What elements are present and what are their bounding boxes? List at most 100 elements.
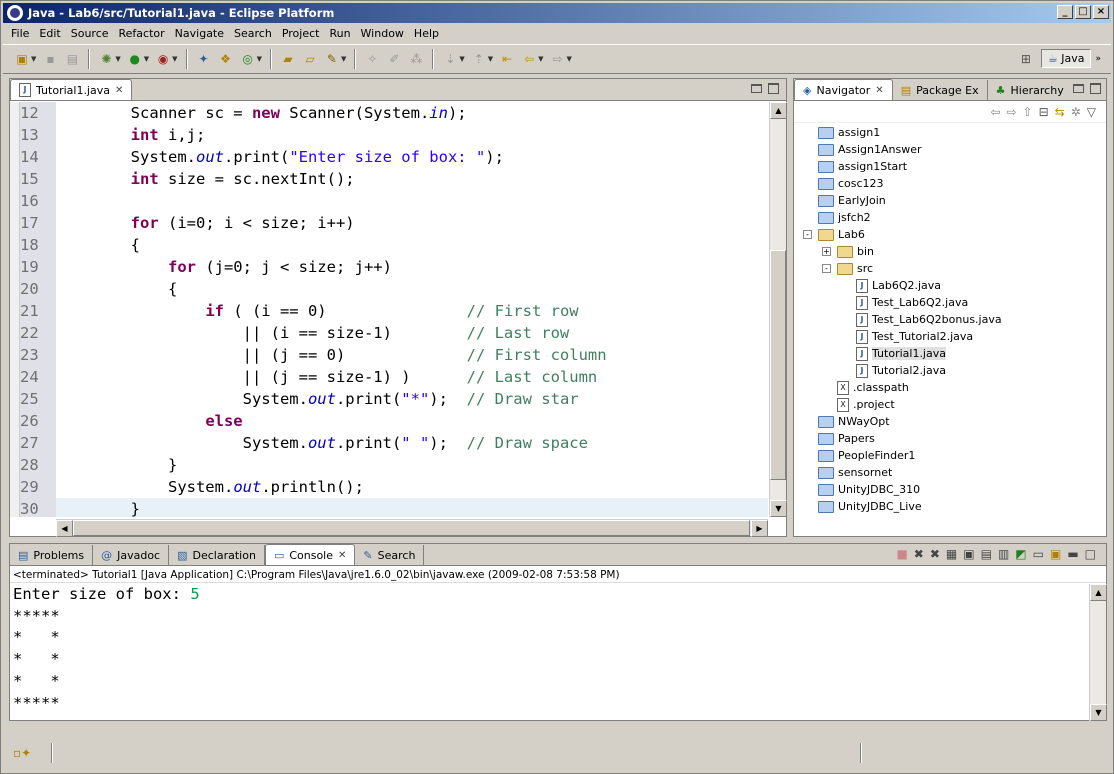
print-icon[interactable]: ▤	[63, 50, 81, 68]
code-line[interactable]: 14 System.out.print("Enter size of box: …	[20, 146, 768, 168]
tree-item[interactable]: X .project	[837, 396, 895, 413]
tab-tutorial1[interactable]: J Tutorial1.java ✕	[10, 79, 133, 100]
open-console-icon[interactable]: ▭	[1033, 547, 1044, 561]
editor-vertical-scrollbar[interactable]: ▲ ▼	[769, 102, 787, 517]
prev-annotation-dropdown-icon[interactable]: ▼	[488, 55, 493, 63]
pin-console-icon[interactable]: ▥	[998, 547, 1009, 561]
run-dropdown-icon[interactable]: ▼	[144, 55, 149, 63]
search-dropdown-icon[interactable]: ▼	[341, 55, 346, 63]
menu-navigate[interactable]: Navigate	[170, 27, 229, 40]
code-area[interactable]: 12 Scanner sc = new Scanner(System.in); 1…	[10, 102, 768, 517]
tab-problems[interactable]: ▤ Problems	[10, 545, 94, 565]
tree-item[interactable]: sensornet	[818, 464, 892, 481]
occurrences-icon[interactable]: ⁂	[407, 50, 425, 68]
save-icon[interactable]: ▪	[41, 50, 59, 68]
menu-source[interactable]: Source	[66, 27, 114, 40]
filter-icon[interactable]: ✲	[1071, 105, 1081, 119]
code-line[interactable]: 27 System.out.print(" "); // Draw space	[20, 432, 768, 454]
tree-item[interactable]: J Tutorial1.java	[856, 345, 946, 362]
prev-annotation-icon[interactable]: ⇡	[470, 50, 488, 68]
console-minimize-icon[interactable]: ▬	[1067, 547, 1078, 561]
code-line[interactable]: 12 Scanner sc = new Scanner(System.in);	[20, 102, 768, 124]
close-button[interactable]: ×	[1093, 5, 1109, 19]
menu-file[interactable]: File	[6, 27, 34, 40]
minimize-view-icon[interactable]	[1073, 84, 1084, 93]
new-package-icon[interactable]: ❖	[217, 50, 235, 68]
debug-icon[interactable]: ✺	[97, 50, 115, 68]
tree-item[interactable]: UnityJDBC_Live	[818, 498, 922, 515]
external-tools-dropdown-icon[interactable]: ▼	[172, 55, 177, 63]
menu-help[interactable]: Help	[409, 27, 444, 40]
toggle-mark-icon[interactable]: ✧	[363, 50, 381, 68]
tree-item[interactable]: - src	[822, 260, 873, 277]
tree-item[interactable]: J Test_Lab6Q2bonus.java	[856, 311, 1002, 328]
clear-console-icon[interactable]: ▦	[946, 547, 957, 561]
tab-javadoc[interactable]: @ Javadoc	[93, 545, 170, 565]
code-line[interactable]: 23 || (j == 0) // First column	[20, 344, 768, 366]
external-tools-icon[interactable]: ◉	[154, 50, 172, 68]
link-editor-icon[interactable]: ⇆	[1055, 105, 1065, 119]
tree-item[interactable]: EarlyJoin	[818, 192, 886, 209]
view-menu-icon[interactable]: ▽	[1087, 105, 1096, 119]
forward-dropdown-icon[interactable]: ▼	[567, 55, 572, 63]
show-on-output-icon[interactable]: ▤	[981, 547, 992, 561]
tree-item[interactable]: Assign1Answer	[818, 141, 922, 158]
tree-item[interactable]: UnityJDBC_310	[818, 481, 920, 498]
tab-navigator[interactable]: ◈ Navigator ✕	[794, 79, 893, 100]
code-line[interactable]: 21 if ( (i == 0) // First row	[20, 300, 768, 322]
console-vertical-scrollbar[interactable]: ▲ ▼	[1089, 584, 1107, 721]
scroll-down-icon[interactable]: ▼	[1090, 704, 1107, 721]
code-line[interactable]: 29 System.out.println();	[20, 476, 768, 498]
collapse-icon[interactable]: -	[822, 264, 831, 273]
collapse-all-icon[interactable]: ⊟	[1039, 105, 1049, 119]
run-icon[interactable]: ●	[126, 50, 144, 68]
console-output[interactable]: Enter size of box: 5 ***** * * * * * * *…	[10, 584, 1090, 722]
new-dropdown-icon[interactable]: ▼	[31, 55, 36, 63]
up-nav-icon[interactable]: ⇧	[1023, 105, 1033, 119]
code-line[interactable]: 13 int i,j;	[20, 124, 768, 146]
close-tab-icon[interactable]: ✕	[115, 85, 123, 96]
menu-refactor[interactable]: Refactor	[114, 27, 170, 40]
code-line[interactable]: 16	[20, 190, 768, 212]
debug-dropdown-icon[interactable]: ▼	[115, 55, 120, 63]
scroll-down-icon[interactable]: ▼	[770, 500, 787, 517]
tree-item[interactable]: NWayOpt	[818, 413, 890, 430]
scroll-lock-icon[interactable]: ▣	[963, 547, 974, 561]
maximize-view-icon[interactable]	[1090, 83, 1101, 94]
close-tab-icon[interactable]: ✕	[338, 550, 346, 561]
fast-view-icon[interactable]: ▫✦	[13, 746, 31, 760]
open-perspective-icon[interactable]: ⊞	[1017, 50, 1035, 68]
back-icon[interactable]: ⇦	[520, 50, 538, 68]
code-line[interactable]: 24 || (j == size-1) ) // Last column	[20, 366, 768, 388]
menu-project[interactable]: Project	[277, 27, 325, 40]
display-console-icon[interactable]: ◩	[1015, 547, 1026, 561]
code-line[interactable]: 26 else	[20, 410, 768, 432]
java-perspective-button[interactable]: ☕ Java	[1040, 49, 1092, 68]
terminate-icon[interactable]: ■	[896, 547, 907, 561]
forward-nav-icon[interactable]: ⇨	[1006, 105, 1016, 119]
hscroll-thumb[interactable]	[73, 520, 750, 536]
open-type-icon[interactable]: ▰	[279, 50, 297, 68]
tree-item[interactable]: + bin	[822, 243, 874, 260]
code-line[interactable]: 22 || (i == size-1) // Last row	[20, 322, 768, 344]
scroll-up-icon[interactable]: ▲	[770, 102, 787, 119]
maximize-button[interactable]: □	[1075, 5, 1091, 19]
code-line[interactable]: 19 for (j=0; j < size; j++)	[20, 256, 768, 278]
scroll-thumb[interactable]	[770, 250, 786, 480]
editor-horizontal-scrollbar[interactable]: ◀ ▶	[56, 519, 768, 537]
tab-search[interactable]: ✎ Search	[355, 545, 425, 565]
code-line[interactable]: 30 }	[20, 498, 768, 517]
next-annotation-icon[interactable]: ⇣	[441, 50, 459, 68]
open-resource-icon[interactable]: ▱	[301, 50, 319, 68]
tree-item[interactable]: jsfch2	[818, 209, 871, 226]
code-line[interactable]: 20 {	[20, 278, 768, 300]
menu-window[interactable]: Window	[356, 27, 409, 40]
scroll-left-icon[interactable]: ◀	[56, 520, 73, 537]
maximize-view-icon[interactable]	[768, 83, 779, 94]
remove-all-icon[interactable]: ✖	[930, 547, 940, 561]
tree-item[interactable]: assign1	[818, 124, 880, 141]
next-annotation-dropdown-icon[interactable]: ▼	[459, 55, 464, 63]
pencil-icon[interactable]: ✐	[385, 50, 403, 68]
code-line[interactable]: 17 for (i=0; i < size; i++)	[20, 212, 768, 234]
forward-icon[interactable]: ⇨	[549, 50, 567, 68]
